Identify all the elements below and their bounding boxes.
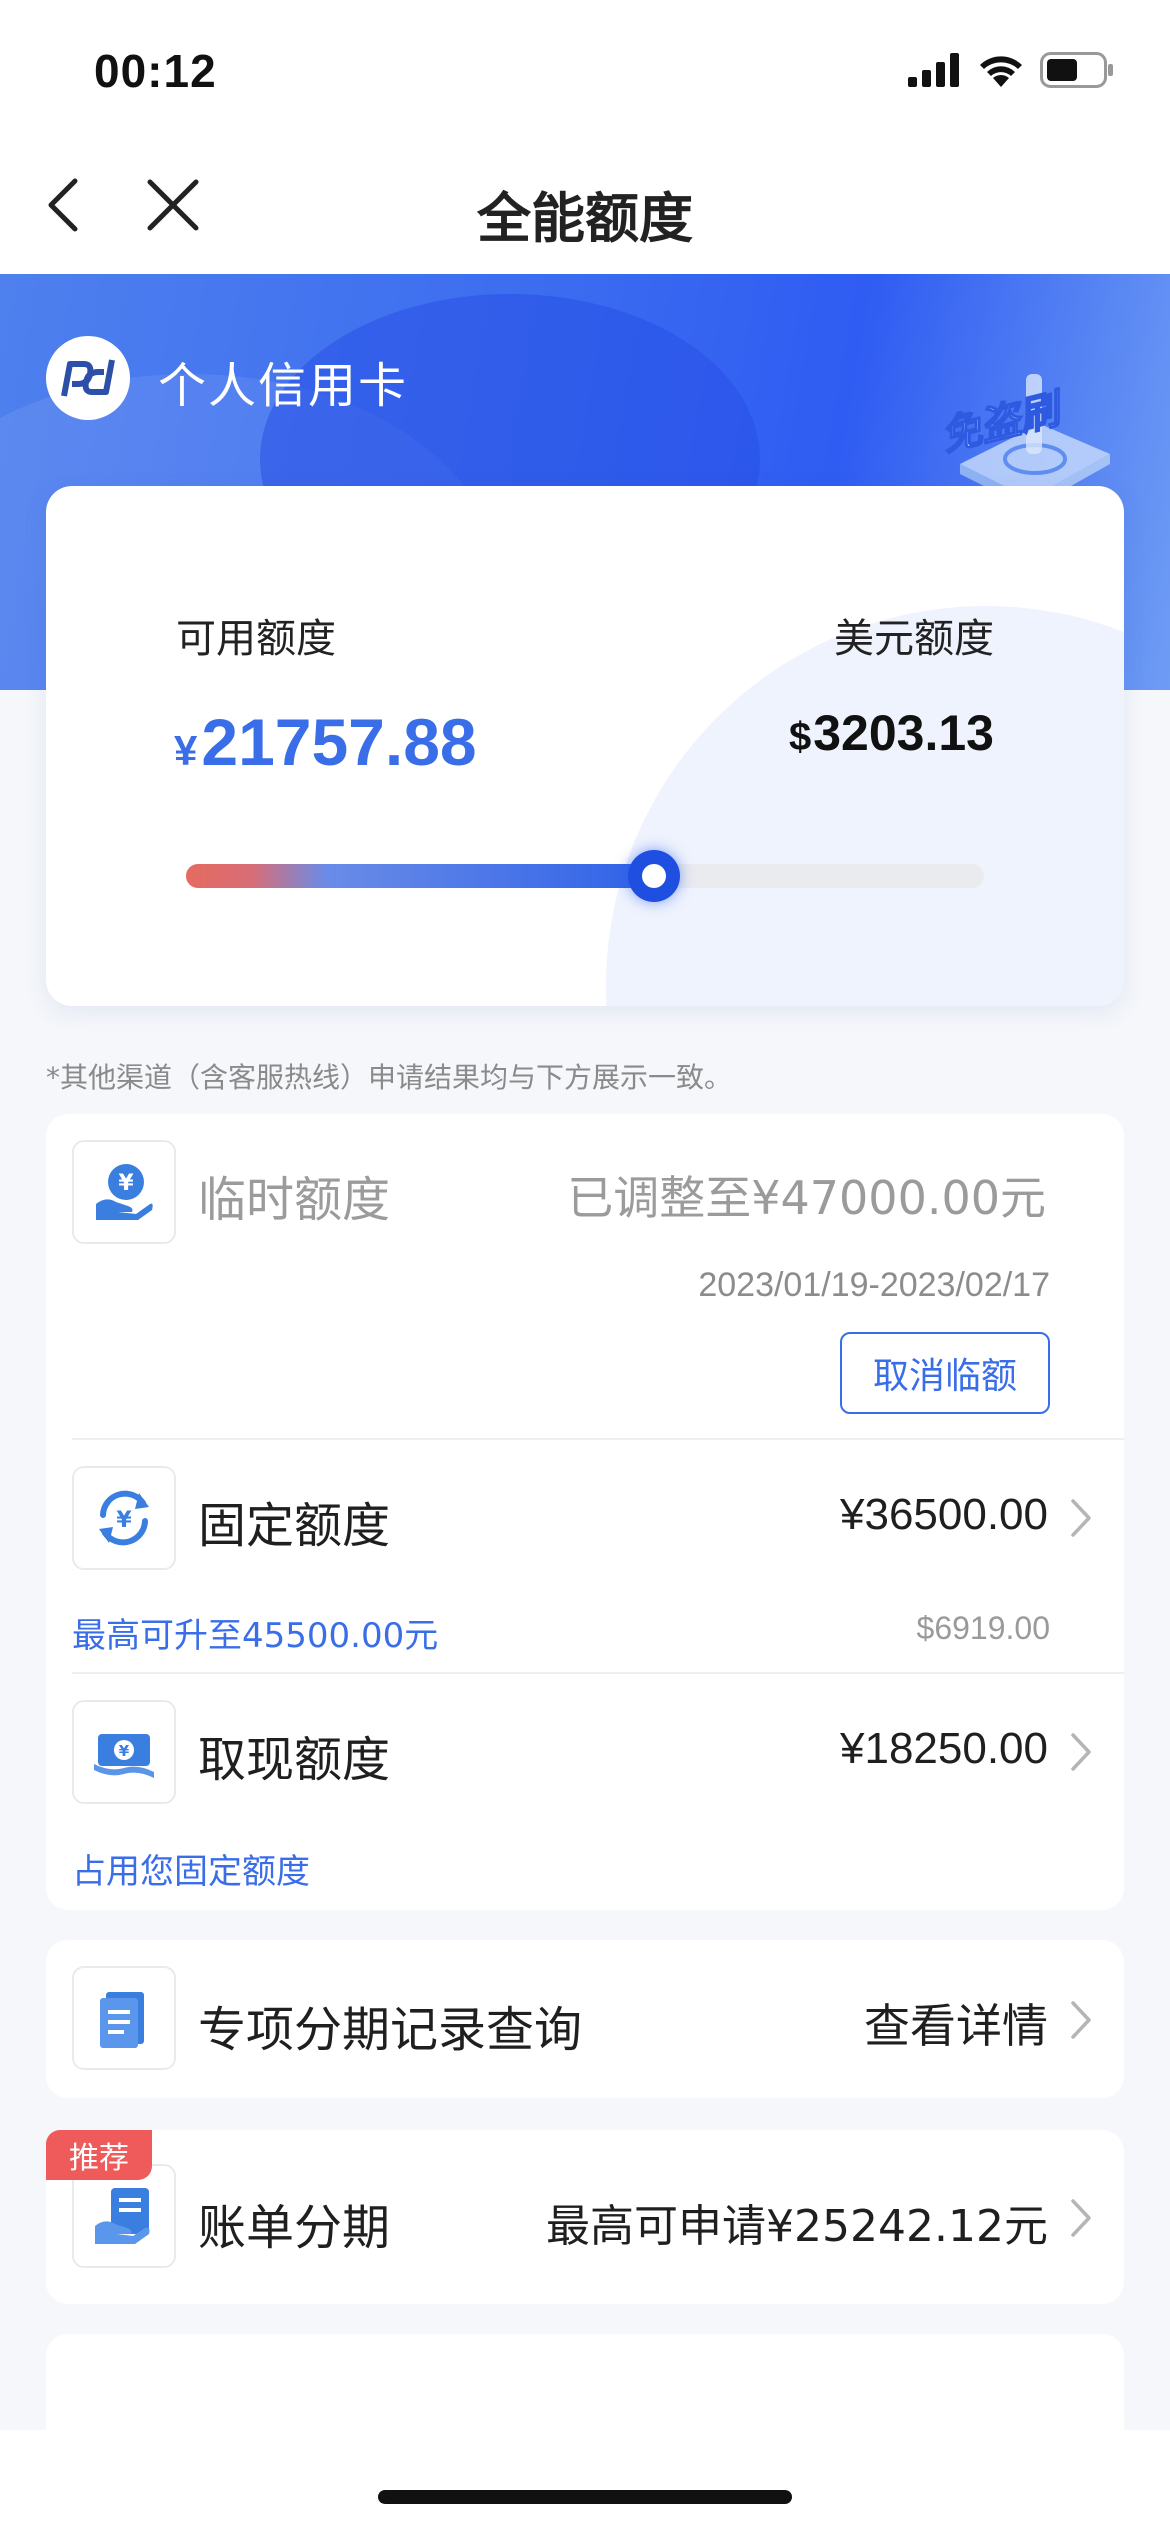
status-icons [908, 52, 1114, 88]
available-limit-value: ¥21757.88 [174, 704, 477, 780]
temporary-limit-title: 临时额度 [198, 1172, 391, 1228]
card-type-label: 个人信用卡 [158, 358, 409, 414]
limits-panel: ¥ 临时额度 已调整至¥47000.00元 2023/01/19-2023/02… [46, 1114, 1124, 1910]
installment-records-title: 专项分期记录查询 [198, 2002, 583, 2058]
fixed-limit-usd-amount: $6919.00 [916, 1610, 1050, 1646]
bill-installment-row[interactable]: 账单分期 最高可申请¥25242.12元 [46, 2130, 1124, 2304]
fixed-limit-row[interactable]: ¥ 固定额度 ¥36500.00 最高可升至45500.00元 $6919.00 [46, 1440, 1124, 1672]
card-decoration [606, 606, 1124, 1006]
status-time: 00:12 [94, 45, 217, 97]
nav-bar: 全能额度 [0, 140, 1170, 274]
chevron-right-icon [1066, 1730, 1096, 1774]
available-limit-label: 可用额度 [176, 616, 336, 662]
home-indicator[interactable] [378, 2490, 792, 2504]
fixed-limit-upgrade-note[interactable]: 最高可升至45500.00元 [72, 1608, 438, 1657]
available-currency: ¥ [174, 727, 198, 774]
hand-yuan-icon: ¥ [96, 1164, 153, 1220]
usd-limit-value: $3203.13 [789, 704, 994, 762]
wifi-icon [980, 56, 1022, 87]
svg-text:¥: ¥ [116, 1508, 132, 1533]
bill-installment-title: 账单分期 [198, 2200, 391, 2256]
yuan-cycle-icon: ¥ [99, 1490, 149, 1546]
installment-records-row[interactable]: 专项分期记录查询 查看详情 [46, 1940, 1124, 2098]
page-title: 全能额度 [477, 187, 693, 250]
document-list-icon [100, 1992, 144, 2048]
usage-slider-track [186, 850, 984, 902]
fixed-limit-title: 固定额度 [198, 1498, 391, 1554]
usd-currency: $ [789, 715, 812, 759]
cellular-signal-icon [908, 53, 959, 87]
banknote-icon: ¥ [94, 1734, 154, 1778]
receipt-hand-icon [95, 2188, 150, 2244]
usd-limit-label: 美元额度 [834, 616, 994, 662]
cash-limit-note: 占用您固定额度 [72, 1852, 310, 1892]
bottom-safe-area [0, 2430, 1170, 2532]
svg-text:¥: ¥ [118, 1171, 134, 1196]
temporary-limit-date-range: 2023/01/19-2023/02/17 [698, 1266, 1050, 1304]
chevron-right-icon [1066, 1496, 1096, 1540]
cash-limit-icon-box: ¥ [72, 1700, 176, 1804]
temporary-limit-icon-box: ¥ [72, 1140, 176, 1244]
battery-icon [1040, 52, 1113, 88]
cash-limit-title: 取现额度 [198, 1732, 391, 1788]
usd-amount: 3203.13 [813, 705, 994, 761]
usage-slider-fill [186, 864, 654, 888]
status-bar: 00:12 [0, 0, 1170, 140]
temporary-limit-status: 已调整至¥47000.00元 [567, 1171, 1046, 1225]
cash-limit-row[interactable]: ¥ 取现额度 ¥18250.00 占用您固定额度 [46, 1674, 1124, 1910]
svg-text:¥: ¥ [119, 1742, 130, 1760]
installment-records-icon-box [72, 1966, 176, 2070]
usage-slider-thumb[interactable] [627, 850, 680, 902]
fixed-limit-amount: ¥36500.00 [840, 1490, 1048, 1539]
chevron-right-icon [1066, 1998, 1096, 2042]
installment-records-action[interactable]: 查看详情 [864, 1990, 1048, 2056]
cancel-temporary-limit-button[interactable]: 取消临额 [840, 1332, 1050, 1414]
channel-notice: *其他渠道（含客服热线）申请结果均与下方展示一致。 [46, 1061, 733, 1094]
available-amount: 21757.88 [201, 705, 477, 779]
recommended-tag: 推荐 [46, 2130, 152, 2180]
bill-installment-detail: 最高可申请¥25242.12元 [546, 2201, 1048, 2252]
credit-summary-card: 可用额度 ¥21757.88 美元额度 $3203.13 [46, 486, 1124, 1006]
cash-limit-amount: ¥18250.00 [840, 1724, 1048, 1773]
fixed-limit-icon-box: ¥ [72, 1466, 176, 1570]
bank-logo-icon [46, 336, 130, 420]
chevron-right-icon [1066, 2196, 1096, 2240]
